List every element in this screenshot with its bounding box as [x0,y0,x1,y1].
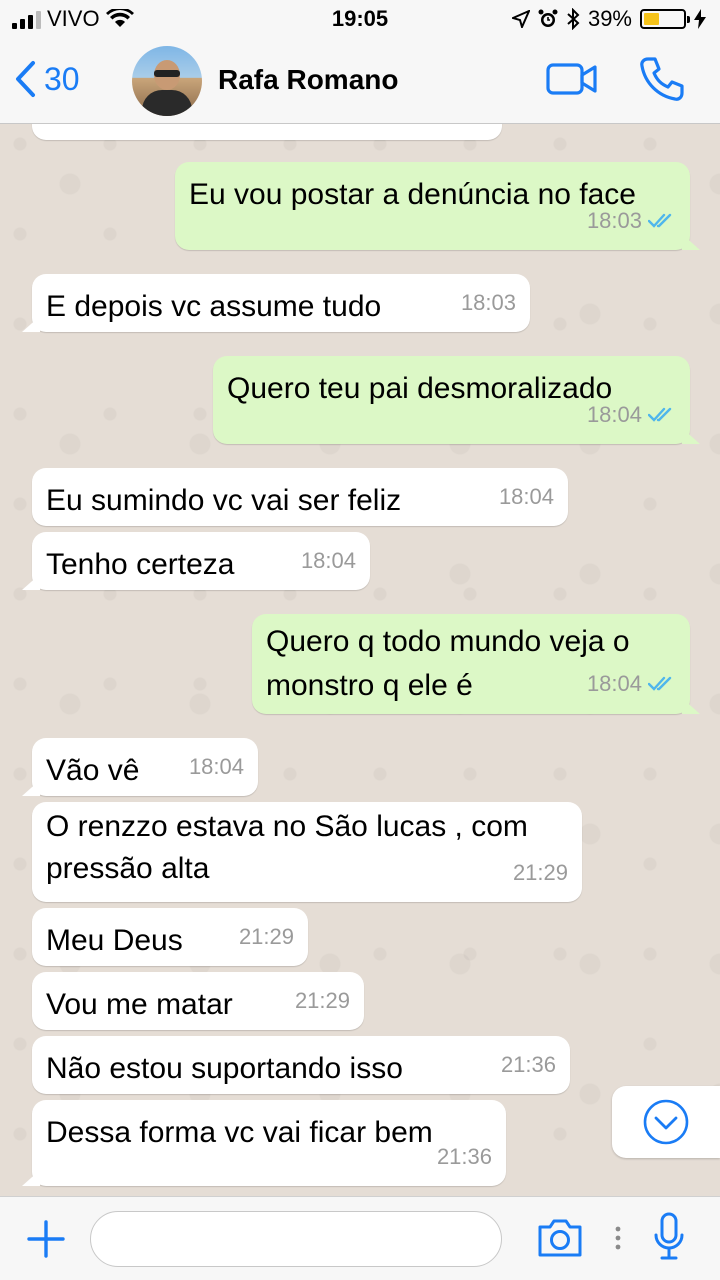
microphone-button[interactable] [652,1211,686,1270]
message-time: 18:04 [300,548,356,573]
message-bubble[interactable]: E depois vc assume tudo 18:03 [22,274,530,332]
bluetooth-icon [567,8,580,30]
message-bubble-clipped [32,124,502,140]
message-time: 18:04 [586,402,642,427]
message-text: Quero teu pai desmoralizado [227,372,613,405]
contact-name[interactable]: Rafa Romano [218,64,398,96]
message-text: Vão vê [46,754,140,787]
message-bubble[interactable]: Eu vou postar a denúncia no face 18:03 [175,162,700,250]
camera-button[interactable] [536,1217,584,1264]
message-text: Eu sumindo vc vai ser feliz [46,484,402,517]
message-input[interactable] [90,1211,502,1267]
phone-icon [640,57,684,101]
back-count: 30 [44,60,80,97]
message-text: Tenho certeza [46,548,235,581]
scroll-to-bottom-button[interactable] [612,1086,720,1158]
message-bubble[interactable]: Meu Deus 21:29 [32,908,308,966]
chevron-left-icon [16,61,35,97]
plus-icon [27,1220,65,1258]
message-time: 18:04 [188,754,244,779]
read-ticks-icon [648,407,672,422]
message-bubble[interactable]: Vou me matar 21:29 [32,972,364,1030]
chat-header: 30 Rafa Romano [0,40,720,124]
status-right-group: 39% [511,6,706,32]
message-list[interactable]: Eu vou postar a denúncia no face 18:03 E… [0,124,720,1196]
video-camera-icon [546,63,597,95]
message-bubble[interactable]: Quero teu pai desmoralizado 18:04 [213,356,700,444]
message-time: 21:36 [500,1052,556,1077]
message-text: Dessa forma vc vai ficar bem [46,1116,433,1149]
message-bubble[interactable]: Tenho certeza 18:04 [22,532,370,590]
battery-icon [640,9,690,29]
message-time: 21:29 [238,924,294,949]
message-text: Não estou suportando isso [46,1052,403,1085]
camera-icon [538,1219,582,1257]
more-dots-icon [615,1226,621,1250]
message-bubble[interactable]: Vão vê 18:04 [22,738,258,796]
voice-call-button[interactable] [638,56,684,107]
read-ticks-icon [648,213,672,228]
avatar[interactable] [132,46,202,116]
alarm-icon [538,9,558,27]
composer-bar [0,1196,720,1280]
message-time: 18:03 [586,208,642,233]
location-arrow-icon [511,10,530,28]
status-bar: VIVO 19:05 39% [0,0,720,40]
message-text: Vou me matar [46,988,233,1021]
message-bubble[interactable]: Não estou suportando isso 21:36 [32,1036,570,1094]
message-time: 18:03 [460,290,516,315]
message-time: 21:36 [436,1144,492,1169]
message-bubble[interactable]: O renzzo estava no São lucas , com press… [32,802,582,902]
message-time: 18:04 [586,671,642,696]
message-bubble[interactable]: Eu sumindo vc vai ser feliz 18:04 [32,468,568,526]
charging-bolt-icon [694,9,706,29]
battery-percent: 39% [587,6,632,31]
attach-button[interactable] [26,1219,66,1264]
message-text: E depois vc assume tudo [46,290,382,323]
message-text: Eu vou postar a denúncia no face [189,178,636,211]
chevron-down-icon [643,1099,689,1145]
message-time: 18:04 [498,484,554,509]
microphone-icon [654,1212,684,1260]
video-call-button[interactable] [546,62,598,101]
read-ticks-icon [648,676,672,691]
message-text: Meu Deus [46,924,183,957]
back-button[interactable]: 30 [14,60,80,98]
message-text: O renzzo estava no São lucas , com press… [46,810,528,885]
message-bubble[interactable]: Dessa forma vc vai ficar bem 21:36 [22,1100,506,1186]
message-time: 21:29 [512,860,568,885]
message-time: 21:29 [294,988,350,1013]
message-bubble[interactable]: Quero q todo mundo veja o monstro q ele … [252,614,700,714]
